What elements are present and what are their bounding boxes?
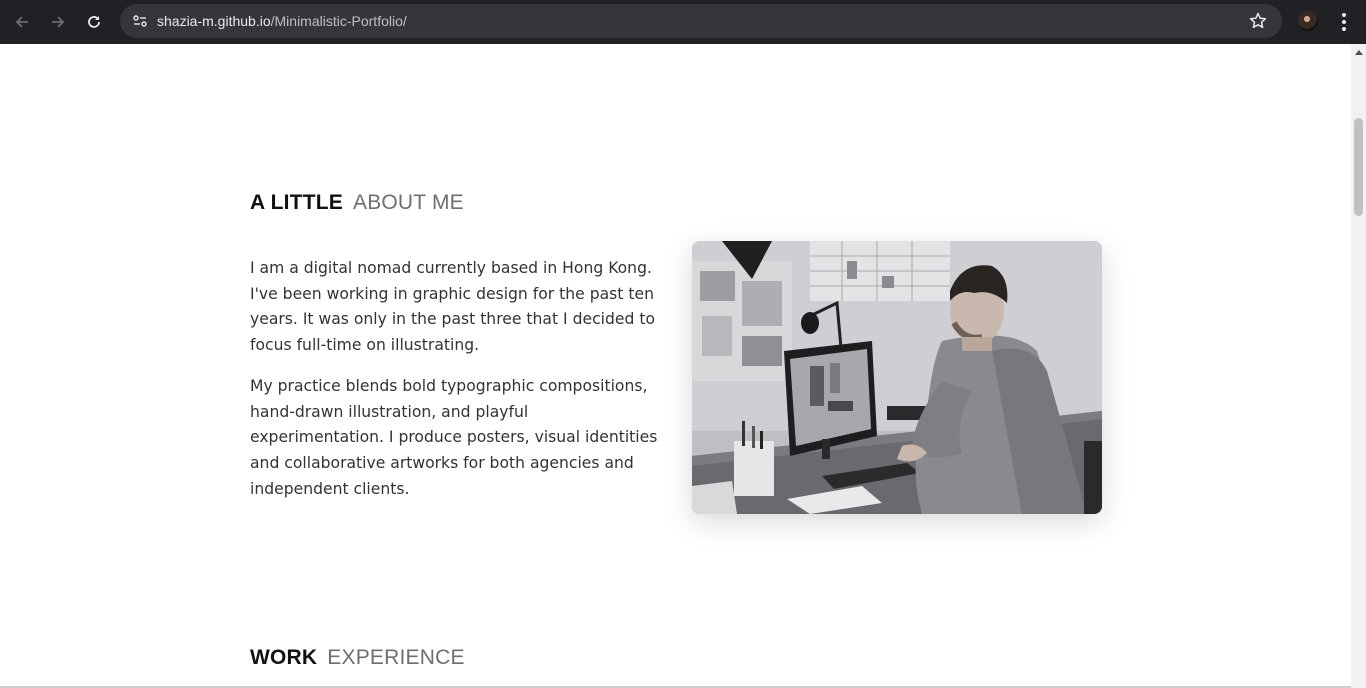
designer-at-desk-photo xyxy=(692,241,1102,514)
bio-paragraph-2: My practice blends bold typographic comp… xyxy=(250,376,658,498)
url-text[interactable]: shazia-m.github.io/Minimalistic-Portfoli… xyxy=(157,4,407,38)
about-bio: I am a digital nomad currently based in … xyxy=(250,256,666,517)
about-heading-bold: A LITTLE xyxy=(250,191,343,214)
site-info-icon[interactable] xyxy=(128,9,152,33)
forward-button[interactable] xyxy=(46,10,70,34)
scroll-up-arrow-icon[interactable] xyxy=(1355,50,1363,55)
scrollbar-thumb[interactable] xyxy=(1354,118,1363,216)
work-section-heading: WORK EXPERIENCE xyxy=(250,646,465,670)
arrow-left-icon xyxy=(15,16,28,28)
work-heading-bold: WORK xyxy=(250,646,318,669)
work-heading-light: EXPERIENCE xyxy=(327,646,465,669)
back-button[interactable] xyxy=(10,10,34,34)
about-heading-light: ABOUT ME xyxy=(352,191,464,214)
about-section-heading: A LITTLE ABOUT ME xyxy=(250,191,464,215)
browser-toolbar: shazia-m.github.io/Minimalistic-Portfoli… xyxy=(0,0,1366,44)
url-host: shazia-m.github.io xyxy=(157,13,271,29)
profile-avatar[interactable] xyxy=(1298,11,1318,31)
reload-button[interactable] xyxy=(82,10,106,34)
reload-icon xyxy=(88,16,100,28)
page-scrollbar[interactable] xyxy=(1351,44,1366,688)
browser-menu-icon[interactable] xyxy=(1334,10,1354,34)
page-viewport: A LITTLE ABOUT ME I am a digital nomad cu… xyxy=(0,44,1351,688)
bio-paragraph-1: I am a digital nomad currently based in … xyxy=(250,259,655,355)
arrow-right-icon xyxy=(52,16,65,28)
bookmark-star-icon[interactable] xyxy=(1248,11,1268,31)
address-bar[interactable]: shazia-m.github.io/Minimalistic-Portfoli… xyxy=(120,4,1282,38)
url-path: /Minimalistic-Portfolio/ xyxy=(270,13,407,29)
